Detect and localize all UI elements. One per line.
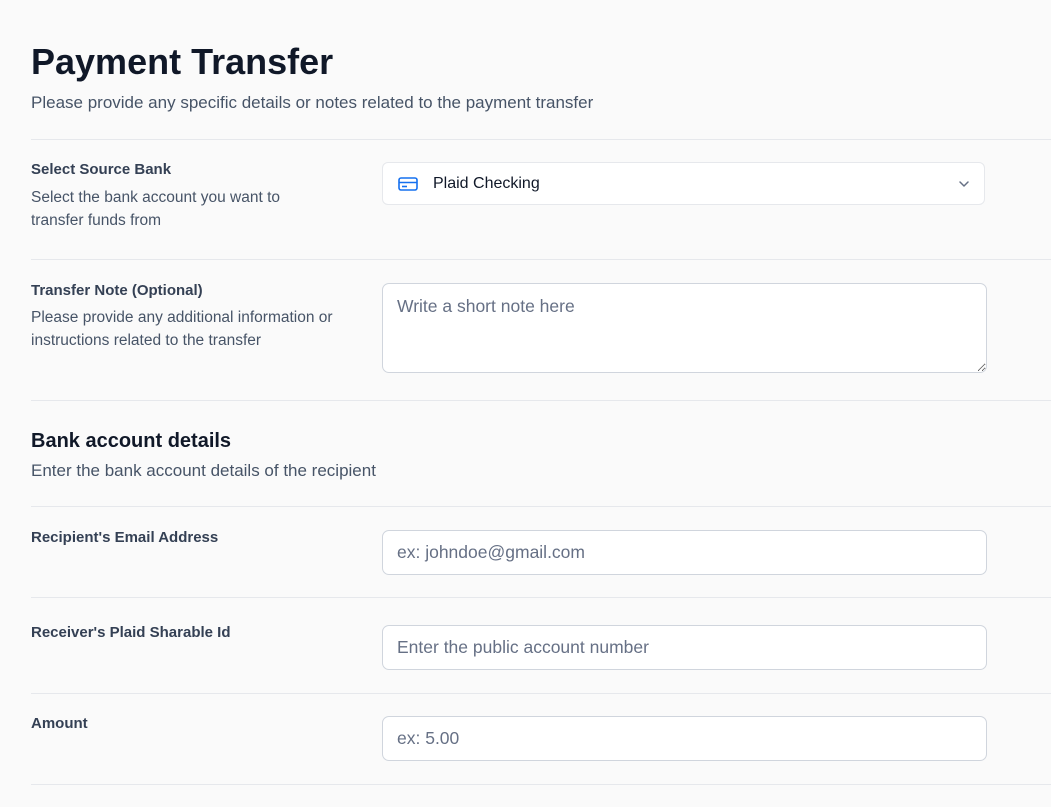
divider [31,506,1051,507]
transfer-note-label: Transfer Note (Optional) [31,282,203,299]
amount-input[interactable] [382,716,987,761]
sharable-id-label: Receiver's Plaid Sharable Id [31,624,231,641]
divider [31,693,1051,694]
source-bank-help: Select the bank account you want to tran… [31,189,281,229]
transfer-note-help: Please provide any additional informatio… [31,309,333,349]
credit-card-icon [398,177,418,191]
divider [31,259,1051,260]
divider [31,400,1051,401]
sharable-id-input[interactable] [382,625,987,670]
page-subtitle: Please provide any specific details or n… [31,93,594,112]
divider [31,784,1051,785]
source-bank-label: Select Source Bank [31,161,172,178]
section-title: Bank account details [31,430,232,452]
page-title: Payment Transfer [31,41,334,82]
payment-transfer-page: Payment Transfer Please provide any spec… [0,0,1051,807]
chevron-down-icon [959,181,969,187]
recipient-email-label: Recipient's Email Address [31,529,219,546]
section-subtitle: Enter the bank account details of the re… [31,461,376,480]
source-bank-select[interactable]: Plaid Checking [382,162,985,205]
divider [31,597,1051,598]
source-bank-selected: Plaid Checking [433,175,540,192]
recipient-email-input[interactable] [382,530,987,575]
transfer-note-textarea[interactable] [382,283,987,373]
amount-label: Amount [31,715,88,732]
divider [31,139,1051,140]
